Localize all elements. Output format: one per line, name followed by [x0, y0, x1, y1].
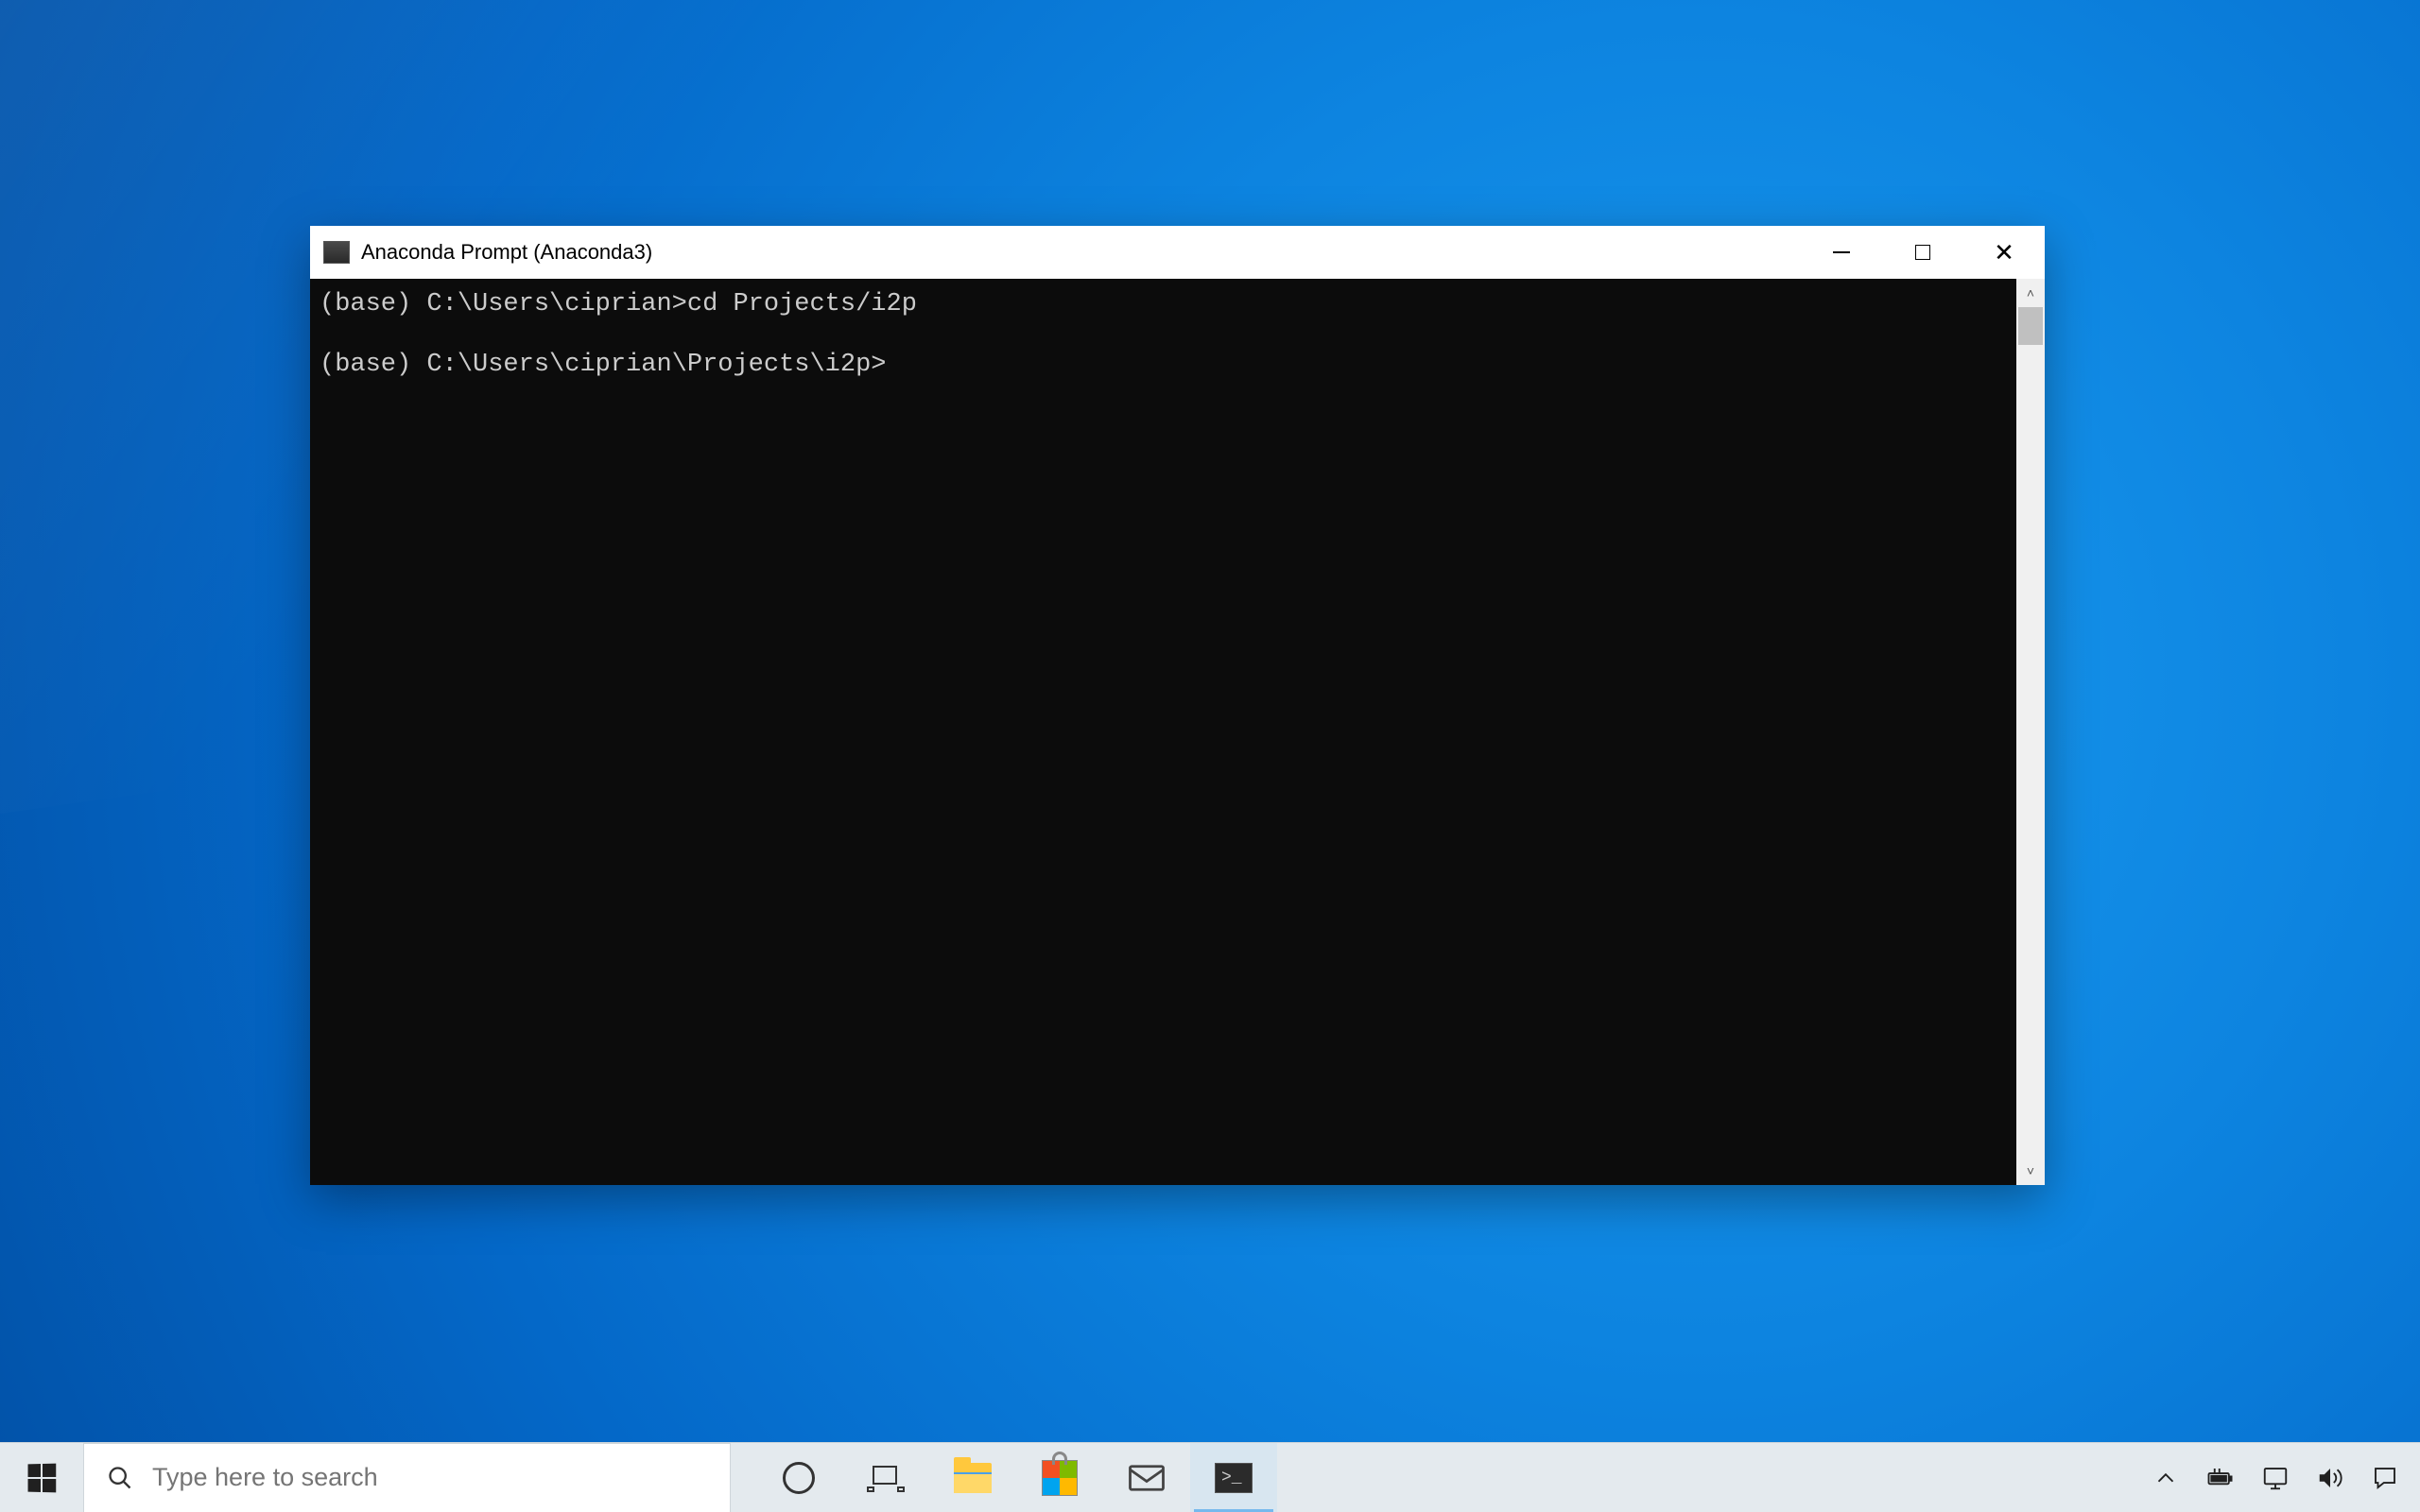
scrollbar[interactable]: ˄ ˅ — [2016, 279, 2045, 1185]
search-icon — [107, 1465, 133, 1491]
microsoft-store-button[interactable] — [1016, 1443, 1103, 1512]
cmd-icon — [323, 241, 350, 264]
speaker-icon — [2316, 1464, 2344, 1492]
tray-battery-button[interactable] — [2195, 1443, 2246, 1512]
file-explorer-button[interactable] — [929, 1443, 1016, 1512]
system-tray — [2140, 1443, 2420, 1512]
terminal-body: (base) C:\Users\ciprian>cd Projects/i2p … — [310, 279, 2045, 1185]
scroll-thumb[interactable] — [2018, 307, 2043, 345]
tray-network-button[interactable] — [2250, 1443, 2301, 1512]
task-view-button[interactable] — [842, 1443, 929, 1512]
anaconda-prompt-taskbar-button[interactable]: >_ — [1190, 1443, 1277, 1512]
scroll-up-arrow[interactable]: ˄ — [2016, 279, 2045, 307]
action-center-button[interactable] — [2360, 1443, 2411, 1512]
battery-icon — [2206, 1464, 2235, 1492]
maximize-button[interactable] — [1882, 226, 1963, 279]
scroll-track[interactable] — [2016, 307, 2045, 1157]
mail-icon — [1127, 1458, 1167, 1498]
window-title: Anaconda Prompt (Anaconda3) — [361, 240, 652, 265]
cortana-icon — [783, 1462, 815, 1494]
desktop-background: Anaconda Prompt (Anaconda3) ✕ (base) C:\… — [0, 0, 2420, 1512]
taskbar: >_ — [0, 1442, 2420, 1512]
search-box[interactable] — [83, 1443, 731, 1512]
search-input[interactable] — [152, 1463, 730, 1492]
task-view-icon — [867, 1464, 905, 1492]
task-items: >_ — [755, 1443, 1277, 1512]
anaconda-prompt-window: Anaconda Prompt (Anaconda3) ✕ (base) C:\… — [310, 226, 2045, 1185]
start-button[interactable] — [0, 1443, 83, 1512]
terminal-icon: >_ — [1215, 1463, 1253, 1493]
close-button[interactable]: ✕ — [1963, 226, 2045, 279]
store-icon — [1042, 1460, 1078, 1496]
chevron-up-icon — [2152, 1464, 2180, 1492]
cortana-button[interactable] — [755, 1443, 842, 1512]
minimize-button[interactable] — [1801, 226, 1882, 279]
tray-volume-button[interactable] — [2305, 1443, 2356, 1512]
mail-button[interactable] — [1103, 1443, 1190, 1512]
windows-logo-icon — [28, 1463, 57, 1492]
scroll-down-arrow[interactable]: ˅ — [2016, 1157, 2045, 1185]
tray-overflow-button[interactable] — [2140, 1443, 2191, 1512]
network-icon — [2261, 1464, 2290, 1492]
notification-icon — [2371, 1464, 2399, 1492]
titlebar[interactable]: Anaconda Prompt (Anaconda3) ✕ — [310, 226, 2045, 279]
terminal-content[interactable]: (base) C:\Users\ciprian>cd Projects/i2p … — [310, 279, 2016, 1185]
window-controls: ✕ — [1801, 226, 2045, 279]
folder-icon — [954, 1463, 992, 1493]
